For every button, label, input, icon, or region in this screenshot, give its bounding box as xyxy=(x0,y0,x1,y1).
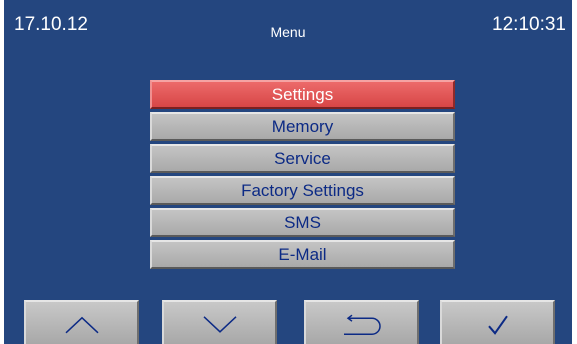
menu-item-sms[interactable]: SMS xyxy=(150,208,455,237)
menu-item-factory-settings[interactable]: Factory Settings xyxy=(150,176,455,205)
ok-button[interactable] xyxy=(440,300,555,344)
menu-list: Settings Memory Service Factory Settings… xyxy=(150,80,455,272)
chevron-down-icon xyxy=(202,316,237,333)
return-arrow-icon xyxy=(343,314,381,335)
device-screen: 17.10.12 Menu 12:10:31 Settings Memory S… xyxy=(4,0,572,344)
back-button[interactable] xyxy=(304,300,419,344)
menu-item-service[interactable]: Service xyxy=(150,144,455,173)
menu-item-email[interactable]: E-Mail xyxy=(150,240,455,269)
down-button[interactable] xyxy=(162,300,277,344)
menu-item-memory[interactable]: Memory xyxy=(150,112,455,141)
checkmark-icon xyxy=(487,315,508,335)
chevron-up-icon xyxy=(64,316,99,334)
menu-item-settings[interactable]: Settings xyxy=(150,80,455,109)
up-button[interactable] xyxy=(24,300,139,344)
screen-title: Menu xyxy=(270,24,306,40)
time-display: 12:10:31 xyxy=(492,14,566,35)
